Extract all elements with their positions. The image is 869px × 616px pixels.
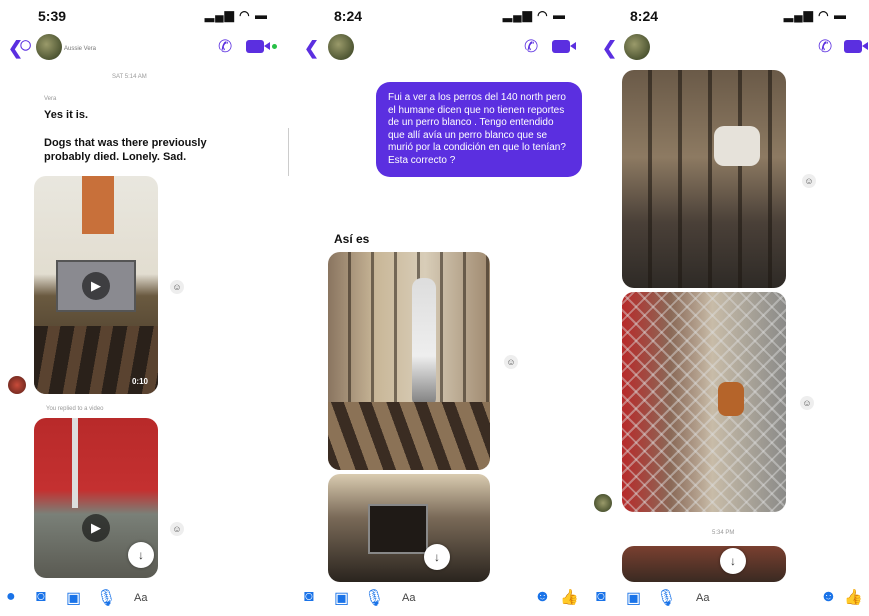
like-icon[interactable]: 👍 bbox=[844, 588, 863, 606]
video-message[interactable]: ▶ ↓ bbox=[34, 418, 158, 578]
status-icons: ▂▄▆ ◠ ▬ bbox=[502, 8, 566, 22]
photo-message[interactable]: ↓ bbox=[622, 546, 786, 582]
phone-icon[interactable]: ✆ bbox=[524, 37, 538, 57]
chat-header: ❮ ✆ bbox=[588, 34, 869, 64]
sent-message-bubble[interactable]: Fui a ver a los perros del 140 north per… bbox=[376, 82, 582, 177]
status-bar: 8:24 ▂▄▆ ◠ ▬ bbox=[290, 6, 588, 26]
camera-icon[interactable]: ◙ bbox=[596, 588, 606, 606]
emoji-icon[interactable]: ☻ bbox=[820, 588, 837, 606]
message-text: Dogs that was there previously probably … bbox=[44, 137, 207, 163]
video-call-icon[interactable] bbox=[246, 40, 270, 53]
sender-label: Vera bbox=[44, 96, 57, 102]
dog-shape bbox=[718, 382, 744, 416]
gallery-icon[interactable]: ▣ bbox=[334, 588, 349, 608]
gallery-icon[interactable]: ▣ bbox=[626, 588, 641, 608]
react-icon[interactable]: ☺ bbox=[504, 355, 518, 369]
contact-avatar[interactable] bbox=[328, 34, 354, 60]
scroll-down-icon[interactable]: ↓ bbox=[720, 548, 746, 574]
kennel-bars bbox=[622, 70, 786, 288]
video-call-icon[interactable] bbox=[552, 40, 576, 53]
photo-message[interactable] bbox=[622, 70, 786, 288]
doghouse-shape bbox=[368, 504, 428, 554]
timestamp: SAT 5:14 AM bbox=[112, 74, 147, 80]
chat-panel-2: 8:24 ▂▄▆ ◠ ▬ ❮ ✆ Fui a ver a los perros … bbox=[290, 0, 588, 616]
video-call-icon[interactable] bbox=[844, 40, 868, 53]
contact-name[interactable]: Aussie Vera bbox=[64, 46, 96, 52]
chat-header: ❮ ◯ Aussie Vera ✆ bbox=[0, 34, 290, 64]
back-arrow-icon[interactable]: ❮ bbox=[602, 38, 617, 59]
phone-icon[interactable]: ✆ bbox=[818, 37, 832, 57]
emoji-icon[interactable]: ☻ bbox=[534, 588, 551, 606]
floor-shadow bbox=[328, 402, 490, 470]
sender-avatar[interactable] bbox=[8, 376, 26, 394]
chat-panel-1: 5:39 ▂▄▆ ◠ ▬ ❮ ◯ Aussie Vera ✆ SAT 5:14 … bbox=[0, 0, 290, 616]
dog-shape bbox=[412, 278, 436, 408]
status-bar: 8:24 ▂▄▆ ◠ ▬ bbox=[588, 6, 869, 26]
chat-panel-3: 8:24 ▂▄▆ ◠ ▬ ❮ ✆ ☺ ☺ 5:34 PM ↓ ◙ ▣ 🎙 Aa … bbox=[588, 0, 869, 616]
message-text: Yes it is. bbox=[44, 109, 89, 121]
dog-shape bbox=[714, 126, 760, 166]
scroll-down-icon[interactable]: ↓ bbox=[424, 544, 450, 570]
composer-bar: ● ◙ ▣ 🎙 Aa bbox=[0, 580, 290, 616]
react-icon[interactable]: ☺ bbox=[170, 280, 184, 294]
back-arrow-icon[interactable]: ❮ bbox=[304, 38, 319, 59]
chat-header: ❮ ✆ bbox=[290, 34, 588, 64]
mic-icon[interactable]: 🎙 bbox=[96, 588, 116, 608]
message-text: Así es bbox=[334, 232, 370, 246]
message-input[interactable]: Aa bbox=[402, 592, 415, 604]
status-icons: ▂▄▆ ◠ ▬ bbox=[204, 8, 268, 22]
video-message[interactable]: ▶ 0:10 bbox=[34, 176, 158, 394]
mic-icon[interactable]: 🎙 bbox=[656, 588, 676, 608]
react-icon[interactable]: ☺ bbox=[170, 522, 184, 536]
status-bar: 5:39 ▂▄▆ ◠ ▬ bbox=[0, 6, 290, 26]
door-shape bbox=[82, 176, 114, 234]
like-icon[interactable]: 👍 bbox=[560, 588, 579, 606]
react-icon[interactable]: ☺ bbox=[800, 396, 814, 410]
chain-fence bbox=[622, 292, 786, 512]
scroll-indicator bbox=[288, 128, 289, 176]
photo-message[interactable] bbox=[328, 252, 490, 470]
contact-avatar[interactable] bbox=[624, 34, 650, 60]
contact-avatar[interactable] bbox=[36, 34, 62, 60]
mic-icon[interactable]: 🎙 bbox=[364, 588, 384, 608]
play-icon[interactable]: ▶ bbox=[82, 272, 110, 300]
sender-avatar[interactable] bbox=[594, 494, 612, 512]
composer-bar: ◙ ▣ 🎙 Aa ☻ 👍 bbox=[290, 580, 588, 616]
phone-icon[interactable]: ✆ bbox=[218, 37, 232, 57]
scroll-down-icon[interactable]: ↓ bbox=[128, 542, 154, 568]
timestamp: 5:34 PM bbox=[712, 530, 735, 536]
status-time: 5:39 bbox=[38, 8, 67, 24]
status-time: 8:24 bbox=[334, 8, 363, 24]
online-dot bbox=[272, 44, 277, 49]
gallery-icon[interactable]: ▣ bbox=[66, 588, 81, 608]
composer-bar: ◙ ▣ 🎙 Aa ☻ 👍 bbox=[588, 580, 869, 616]
reply-note: You replied to a video bbox=[46, 406, 104, 412]
menu-icon[interactable]: ● bbox=[6, 588, 16, 606]
play-icon[interactable]: ▶ bbox=[82, 514, 110, 542]
react-icon[interactable]: ☺ bbox=[802, 174, 816, 188]
photo-message[interactable] bbox=[622, 292, 786, 512]
status-icons: ▂▄▆ ◠ ▬ bbox=[783, 8, 847, 22]
video-duration: 0:10 bbox=[131, 377, 148, 386]
fence-post bbox=[72, 418, 78, 508]
unread-badge: ◯ bbox=[20, 40, 32, 51]
message-input[interactable]: Aa bbox=[134, 592, 147, 604]
photo-message[interactable]: ↓ bbox=[328, 474, 490, 582]
camera-icon[interactable]: ◙ bbox=[304, 588, 314, 606]
message-input[interactable]: Aa bbox=[696, 592, 709, 604]
camera-icon[interactable]: ◙ bbox=[36, 588, 46, 606]
status-time: 8:24 bbox=[630, 8, 659, 24]
